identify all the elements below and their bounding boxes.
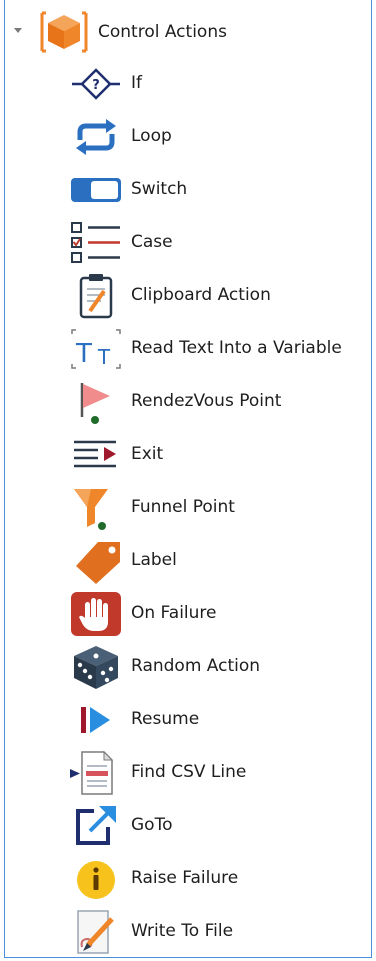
hand-stop-icon [71,592,121,636]
tree-item-label: On Failure [131,603,217,623]
box-icon [40,11,88,53]
exit-icon [74,440,116,468]
tree-item-label: Resume [131,709,200,729]
clipboard-icon [79,274,113,319]
tree-item-label: Case [131,232,173,252]
tree-item-read-text-into-variable[interactable]: T T Read Text Into a Variable [0,322,376,375]
tree-item-label: RendezVous Point [131,391,282,411]
tree-item-goto[interactable]: GoTo [0,799,376,852]
funnel-icon [74,489,108,530]
tree-item-label: If [131,73,142,93]
info-circle-icon [77,861,115,899]
tree-node-control-actions[interactable]: Control Actions [0,0,376,64]
tree-item-funnel-point[interactable]: Funnel Point [0,481,376,534]
tree-item-label: Loop [131,126,172,146]
expand-arrow-icon[interactable] [14,28,22,33]
tree-item-label-text: Label [131,550,177,570]
tree-item-exit[interactable]: Exit [0,428,376,481]
tree-item-label: Exit [131,444,164,464]
tree-item-label: Funnel Point [131,497,235,517]
tree-item-label: Write To File [131,921,234,941]
tree-node-label: Control Actions [98,22,227,42]
tree-item-clipboard-action[interactable]: Clipboard Action [0,269,376,322]
if-diamond-icon: ? [72,68,120,100]
case-list-icon [71,222,120,263]
csv-document-icon [70,750,114,795]
tree-item-label: Raise Failure [131,868,239,888]
tree-item-raise-failure[interactable]: Raise Failure [0,852,376,905]
tree-item-label: Clipboard Action [131,285,271,305]
tree-item-case[interactable]: Case [0,216,376,269]
tree-item-label: GoTo [131,815,173,835]
tree-item-rendezvous-point[interactable]: RendezVous Point [0,375,376,428]
tree-item-switch[interactable]: Switch [0,163,376,216]
tree-item-find-csv-line[interactable]: Find CSV Line [0,746,376,799]
tag-icon [76,542,120,584]
tree-item-label[interactable]: Label [0,534,376,587]
tree-item-label: Read Text Into a Variable [131,338,342,358]
svg-text:T: T [97,345,111,369]
svg-text:T: T [75,339,92,369]
tree-item-if[interactable]: ? If [0,57,376,110]
read-text-icon: T T [71,329,121,369]
svg-text:?: ? [92,78,100,93]
tree-item-on-failure[interactable]: On Failure [0,587,376,640]
goto-arrow-icon [76,806,116,845]
dice-icon [74,646,118,689]
tree-item-label: Find CSV Line [131,762,247,782]
tree-item-write-to-file[interactable]: Write To File [0,905,376,958]
tree-item-random-action[interactable]: Random Action [0,640,376,693]
tree-item-loop[interactable]: Loop [0,110,376,163]
switch-toggle-icon [71,178,121,202]
tree-item-resume[interactable]: Resume [0,693,376,746]
tree-item-label: Switch [131,179,188,199]
flag-icon [80,383,110,424]
write-file-icon [77,910,114,954]
loop-icon [76,119,116,155]
tree-item-label: Random Action [131,656,261,676]
resume-icon [81,707,110,733]
